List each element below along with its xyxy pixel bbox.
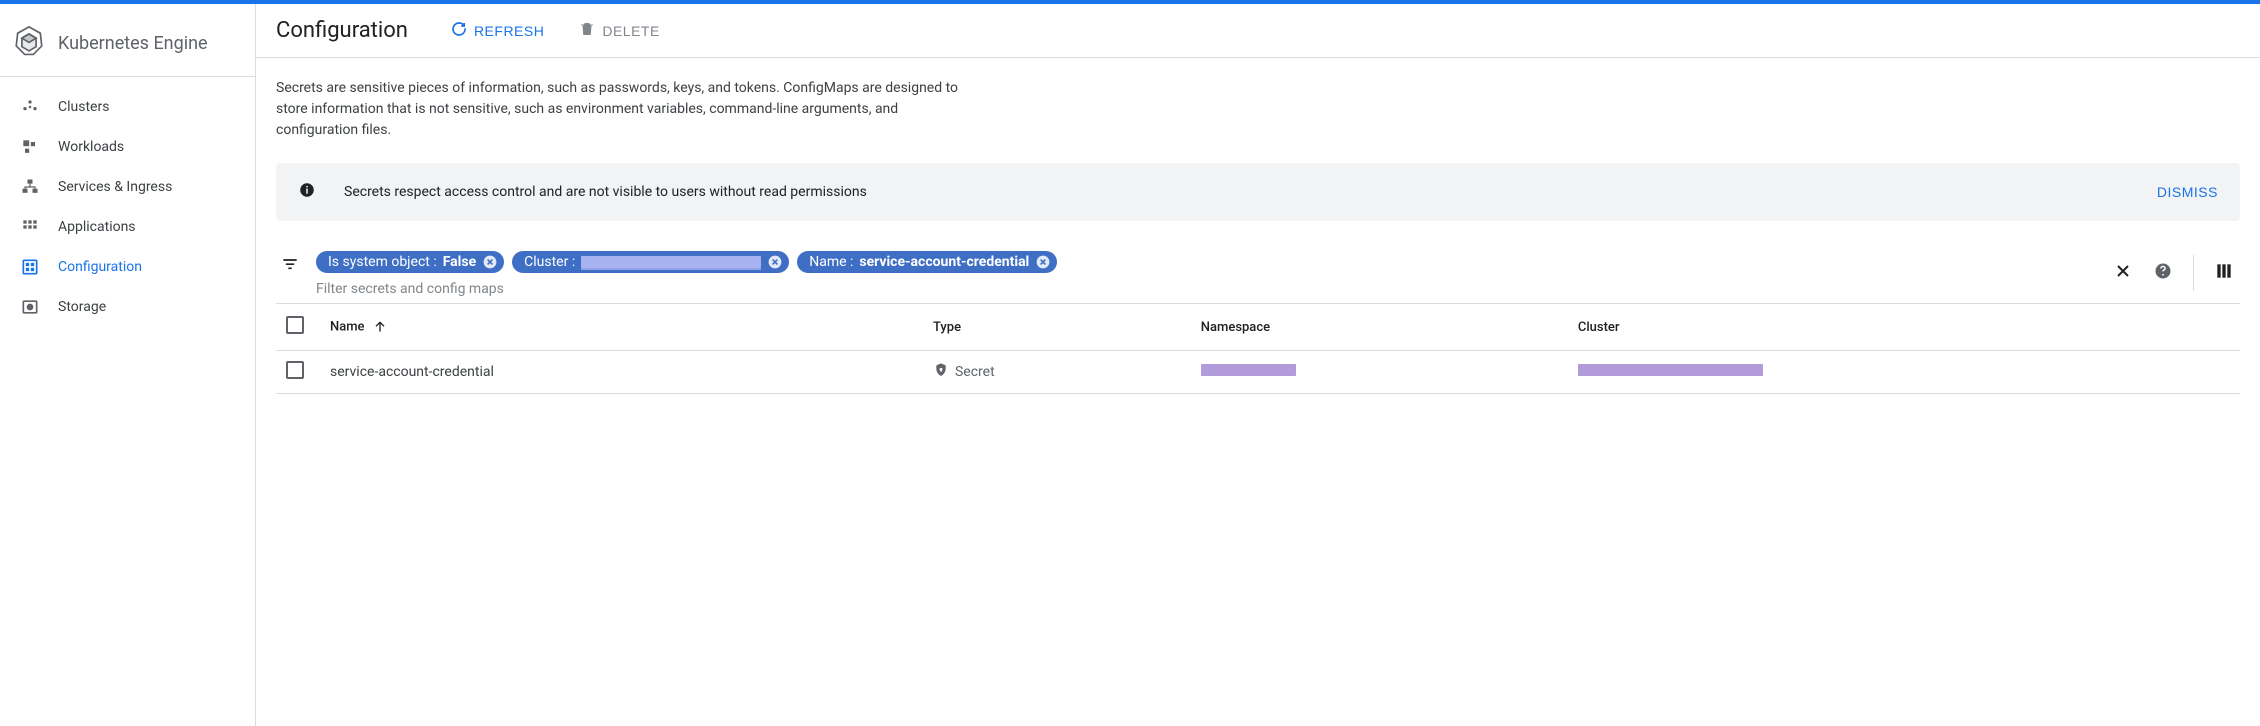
chip-value-redacted — [581, 256, 761, 268]
cell-namespace-redacted — [1201, 364, 1296, 376]
sidebar-item-label: Workloads — [58, 139, 124, 155]
chip-remove-icon[interactable] — [767, 254, 783, 270]
sidebar-header: Kubernetes Engine — [0, 16, 255, 76]
sidebar-item-clusters[interactable]: Clusters — [0, 87, 255, 127]
refresh-label: REFRESH — [474, 23, 544, 39]
column-type[interactable]: Type — [923, 304, 1191, 351]
workloads-icon — [20, 137, 40, 157]
info-banner: Secrets respect access control and are n… — [276, 163, 2240, 221]
applications-icon — [20, 217, 40, 237]
sort-asc-icon — [368, 319, 388, 334]
chip-label: Name : — [809, 254, 853, 270]
column-cluster[interactable]: Cluster — [1568, 304, 2240, 351]
page-title: Configuration — [276, 18, 408, 43]
sidebar-item-label: Storage — [58, 299, 106, 315]
columns-icon[interactable] — [2214, 261, 2234, 285]
chip-value: service-account-credential — [859, 254, 1029, 270]
cell-name: service-account-credential — [320, 351, 923, 394]
help-icon[interactable] — [2153, 261, 2173, 285]
filter-bar: Is system object : False Cluster : Name … — [276, 237, 2240, 304]
kubernetes-engine-icon — [12, 24, 46, 62]
filter-chip-system-object[interactable]: Is system object : False — [316, 251, 504, 273]
column-name[interactable]: Name — [320, 304, 923, 351]
chip-remove-icon[interactable] — [1035, 254, 1051, 270]
filter-icon[interactable] — [276, 251, 300, 279]
filter-chip-name[interactable]: Name : service-account-credential — [797, 251, 1057, 273]
column-namespace[interactable]: Namespace — [1191, 304, 1568, 351]
filter-input[interactable]: Filter secrets and config maps — [316, 281, 2097, 297]
sidebar-item-label: Applications — [58, 219, 136, 235]
filter-chip-cluster[interactable]: Cluster : — [512, 251, 789, 273]
filter-chips: Is system object : False Cluster : Name … — [316, 251, 2097, 273]
info-icon — [298, 181, 316, 203]
secret-icon — [933, 362, 949, 382]
services-icon — [20, 177, 40, 197]
chip-label: Is system object : — [328, 254, 437, 270]
sidebar-item-label: Services & Ingress — [58, 179, 172, 195]
delete-button[interactable]: DELETE — [578, 20, 659, 41]
main-content: Configuration REFRESH DELETE Secrets are… — [256, 4, 2260, 726]
storage-icon — [20, 297, 40, 317]
sidebar-item-applications[interactable]: Applications — [0, 207, 255, 247]
configuration-icon — [20, 257, 40, 277]
sidebar-item-label: Configuration — [58, 259, 142, 275]
sidebar-item-services-ingress[interactable]: Services & Ingress — [0, 167, 255, 207]
sidebar-item-workloads[interactable]: Workloads — [0, 127, 255, 167]
chip-remove-icon[interactable] — [482, 254, 498, 270]
chip-value: False — [443, 254, 476, 270]
page-header: Configuration REFRESH DELETE — [256, 4, 2260, 58]
sidebar-title: Kubernetes Engine — [58, 33, 208, 54]
description-text: Secrets are sensitive pieces of informat… — [276, 78, 976, 141]
refresh-icon — [450, 20, 468, 41]
banner-text: Secrets respect access control and are n… — [344, 184, 2157, 200]
delete-icon — [578, 20, 596, 41]
sidebar: Kubernetes Engine Clusters Workloads Ser… — [0, 4, 256, 726]
divider — [2193, 255, 2194, 291]
select-all-checkbox[interactable] — [286, 316, 304, 334]
cell-cluster-redacted — [1578, 364, 1763, 376]
sidebar-item-configuration[interactable]: Configuration — [0, 247, 255, 287]
clusters-icon — [20, 97, 40, 117]
chip-label: Cluster : — [524, 254, 575, 270]
results-table: Name Type Namespace Cluster service-acco… — [276, 304, 2240, 394]
table-row[interactable]: service-account-credential Secret — [276, 351, 2240, 394]
dismiss-button[interactable]: DISMISS — [2157, 184, 2218, 200]
row-checkbox[interactable] — [286, 361, 304, 379]
cell-type: Secret — [955, 364, 995, 380]
sidebar-item-label: Clusters — [58, 99, 109, 115]
sidebar-item-storage[interactable]: Storage — [0, 287, 255, 327]
delete-label: DELETE — [602, 23, 659, 39]
clear-filters-icon[interactable] — [2113, 261, 2133, 285]
refresh-button[interactable]: REFRESH — [450, 20, 544, 41]
